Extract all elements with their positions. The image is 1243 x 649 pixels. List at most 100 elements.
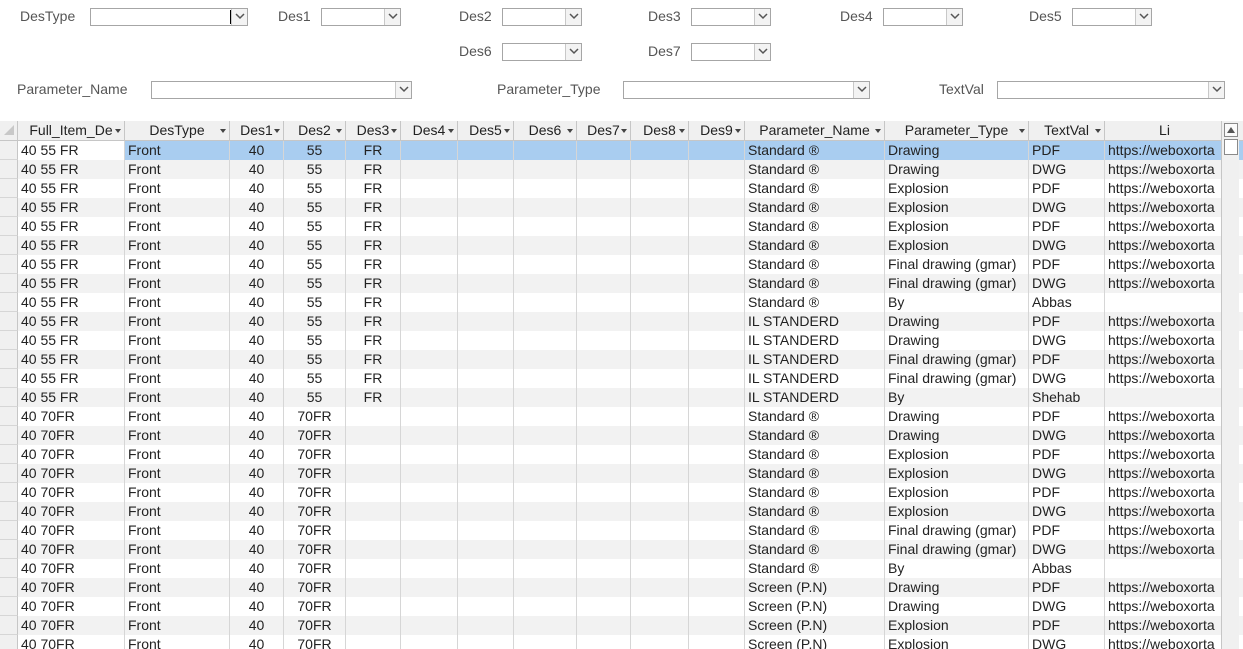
cell-des5[interactable] (458, 635, 514, 649)
cell-des2[interactable]: 70FR (284, 502, 346, 521)
cell-parameter-name[interactable]: Screen (P.N) (745, 616, 885, 635)
cell-des9[interactable] (689, 293, 745, 312)
cell-des8[interactable] (631, 464, 689, 483)
cell-textval[interactable]: PDF (1029, 217, 1105, 236)
cell-des8[interactable] (631, 407, 689, 426)
cell-des4[interactable] (401, 616, 458, 635)
sort-dropdown-icon[interactable] (735, 129, 741, 133)
cell-des4[interactable] (401, 426, 458, 445)
table-row[interactable]: 40 55 FR Front 40 55 FR IL STANDERD By Shehab (0, 388, 1243, 407)
cell-parameter-type[interactable]: By (885, 559, 1029, 578)
cell-des7[interactable] (577, 597, 631, 616)
cell-des1[interactable]: 40 (230, 236, 284, 255)
sort-dropdown-icon[interactable] (1019, 129, 1025, 133)
cell-textval[interactable]: DWG (1029, 540, 1105, 559)
sort-dropdown-icon[interactable] (679, 129, 685, 133)
cell-des5[interactable] (458, 350, 514, 369)
cell-des2[interactable]: 55 (284, 141, 346, 160)
row-selector[interactable] (0, 160, 18, 179)
cell-des2[interactable]: 70FR (284, 616, 346, 635)
cell-textval[interactable]: DWG (1029, 464, 1105, 483)
cell-parameter-type[interactable]: Drawing (885, 141, 1029, 160)
column-header-destype[interactable]: DesType (125, 121, 230, 140)
cell-des9[interactable] (689, 179, 745, 198)
cell-des1[interactable]: 40 (230, 179, 284, 198)
chevron-down-icon[interactable] (1135, 9, 1151, 25)
cell-parameter-name[interactable]: Standard ® (745, 274, 885, 293)
cell-des6[interactable] (514, 331, 577, 350)
cell-des6[interactable] (514, 426, 577, 445)
cell-destype[interactable]: Front (125, 540, 230, 559)
cell-full-item-de[interactable]: 40 70FR (18, 540, 125, 559)
cell-textval[interactable]: PDF (1029, 483, 1105, 502)
cell-des2[interactable]: 55 (284, 350, 346, 369)
cell-destype[interactable]: Front (125, 141, 230, 160)
cell-parameter-name[interactable]: Screen (P.N) (745, 578, 885, 597)
sort-dropdown-icon[interactable] (504, 129, 510, 133)
cell-parameter-name[interactable]: Standard ® (745, 217, 885, 236)
cell-des5[interactable] (458, 236, 514, 255)
cell-des2[interactable]: 55 (284, 179, 346, 198)
cell-textval[interactable]: DWG (1029, 597, 1105, 616)
cell-des4[interactable] (401, 559, 458, 578)
cell-parameter-name[interactable]: Standard ® (745, 445, 885, 464)
cell-des3[interactable] (346, 483, 401, 502)
cell-des8[interactable] (631, 369, 689, 388)
cell-des9[interactable] (689, 616, 745, 635)
cell-des7[interactable] (577, 255, 631, 274)
cell-parameter-name[interactable]: Standard ® (745, 179, 885, 198)
column-header-des9[interactable]: Des9 (689, 121, 745, 140)
cell-des7[interactable] (577, 407, 631, 426)
des1-combo[interactable] (321, 8, 401, 26)
cell-des1[interactable]: 40 (230, 597, 284, 616)
table-row[interactable]: 40 70FR Front 40 70FR Screen (P.N) Explosion D… (0, 635, 1243, 649)
cell-des6[interactable] (514, 445, 577, 464)
cell-des6[interactable] (514, 502, 577, 521)
cell-des8[interactable] (631, 331, 689, 350)
cell-full-item-de[interactable]: 40 55 FR (18, 388, 125, 407)
cell-textval[interactable]: DWG (1029, 426, 1105, 445)
cell-des7[interactable] (577, 578, 631, 597)
cell-des3[interactable] (346, 502, 401, 521)
cell-des2[interactable]: 70FR (284, 597, 346, 616)
cell-des7[interactable] (577, 445, 631, 464)
cell-parameter-type[interactable]: Drawing (885, 331, 1029, 350)
table-row[interactable]: 40 55 FR Front 40 55 FR Standard ® By Abbas (0, 293, 1243, 312)
row-selector[interactable] (0, 616, 18, 635)
cell-des4[interactable] (401, 236, 458, 255)
cell-des2[interactable]: 70FR (284, 483, 346, 502)
cell-des6[interactable] (514, 160, 577, 179)
cell-des1[interactable]: 40 (230, 198, 284, 217)
row-selector[interactable] (0, 445, 18, 464)
cell-des7[interactable] (577, 369, 631, 388)
des7-combo[interactable] (691, 43, 771, 61)
cell-parameter-type[interactable]: Explosion (885, 616, 1029, 635)
cell-destype[interactable]: Front (125, 445, 230, 464)
row-selector[interactable] (0, 198, 18, 217)
column-header-parameter-type[interactable]: Parameter_Type (885, 121, 1029, 140)
des5-combo[interactable] (1072, 8, 1152, 26)
des2-combo[interactable] (502, 8, 582, 26)
sort-dropdown-icon[interactable] (448, 129, 454, 133)
cell-textval[interactable]: DWG (1029, 198, 1105, 217)
cell-des7[interactable] (577, 426, 631, 445)
cell-des7[interactable] (577, 483, 631, 502)
cell-full-item-de[interactable]: 40 55 FR (18, 255, 125, 274)
destype-combo[interactable] (90, 8, 248, 26)
table-row[interactable]: 40 55 FR Front 40 55 FR Standard ® Explosion PD… (0, 217, 1243, 236)
table-row[interactable]: 40 55 FR Front 40 55 FR IL STANDERD Final draw… (0, 350, 1243, 369)
cell-parameter-name[interactable]: Standard ® (745, 502, 885, 521)
cell-des1[interactable]: 40 (230, 616, 284, 635)
cell-des1[interactable]: 40 (230, 521, 284, 540)
cell-des2[interactable]: 55 (284, 293, 346, 312)
cell-des5[interactable] (458, 312, 514, 331)
cell-des7[interactable] (577, 141, 631, 160)
sort-dropdown-icon[interactable] (274, 129, 280, 133)
column-header-textval[interactable]: TextVal (1029, 121, 1105, 140)
row-selector[interactable] (0, 559, 18, 578)
cell-des8[interactable] (631, 426, 689, 445)
table-row[interactable]: 40 70FR Front 40 70FR Standard ® Final drawin… (0, 521, 1243, 540)
cell-des7[interactable] (577, 198, 631, 217)
cell-des9[interactable] (689, 236, 745, 255)
cell-des2[interactable]: 55 (284, 312, 346, 331)
